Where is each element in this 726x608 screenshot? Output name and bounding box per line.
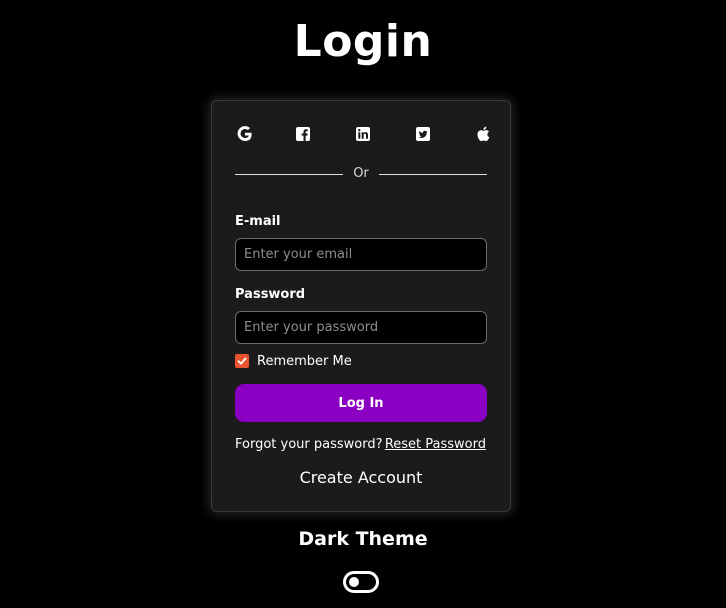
remember-me-checkbox[interactable]: [235, 354, 249, 368]
password-label: Password: [235, 287, 306, 302]
reset-password-link[interactable]: Reset Password: [385, 437, 486, 453]
or-divider: Or: [235, 165, 487, 183]
forgot-password-text: Forgot your password?: [235, 437, 383, 452]
social-login-row: [234, 123, 490, 145]
linkedin-icon: [356, 127, 370, 141]
theme-toggle[interactable]: [343, 571, 379, 593]
login-card: Or E-mail Password Remember Me Log In Fo…: [211, 100, 511, 512]
linkedin-login-button[interactable]: [352, 123, 374, 145]
twitter-login-button[interactable]: [412, 123, 434, 145]
page: Login Or E-mail Enter your email Passwor…: [0, 0, 726, 608]
apple-login-button[interactable]: [472, 123, 494, 145]
google-icon: [237, 126, 252, 141]
google-login-button[interactable]: [234, 123, 256, 145]
toggle-knob: [349, 577, 359, 587]
facebook-login-button[interactable]: [292, 123, 314, 145]
create-account-link[interactable]: Create Account: [212, 468, 510, 488]
apple-icon: [477, 126, 490, 142]
password-input[interactable]: [235, 311, 487, 344]
checkmark-icon: [237, 357, 247, 365]
login-button[interactable]: Log In: [235, 384, 487, 422]
email-label: E-mail: [235, 214, 281, 229]
page-title: Login: [293, 16, 433, 67]
email-input[interactable]: [235, 238, 487, 271]
facebook-icon: [296, 127, 310, 141]
remember-me-label: Remember Me: [257, 353, 352, 369]
twitter-icon: [416, 127, 430, 141]
theme-label: Dark Theme: [298, 528, 428, 550]
remember-me-row: Remember Me: [235, 353, 352, 369]
divider-line-right: [379, 174, 487, 175]
